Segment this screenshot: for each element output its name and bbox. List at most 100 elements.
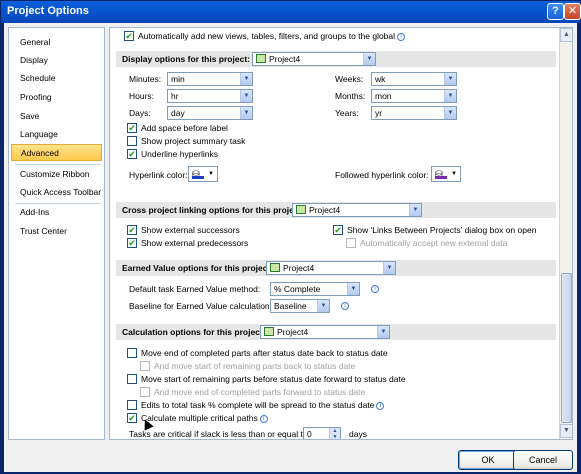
days-label: Days: <box>129 108 151 118</box>
show-successors-row[interactable]: ✔ Show external successors <box>127 224 240 236</box>
chevron-down-icon: ▼ <box>383 262 395 274</box>
sidebar-item-general[interactable]: General <box>11 34 102 51</box>
add-space-row[interactable]: ✔ Add space before label <box>127 122 228 134</box>
calc-project-select[interactable]: Project4 ▼ <box>260 325 390 339</box>
info-icon: i <box>259 414 268 423</box>
add-space-checkbox[interactable]: ✔ <box>127 122 137 133</box>
show-predecessors-row[interactable]: ✔ Show external predecessors <box>127 237 248 249</box>
content-scrollbar[interactable]: ▲ ▼ <box>559 28 572 439</box>
default-method-label: Default task Earned Value method: <box>129 284 261 294</box>
window-title: Project Options <box>7 5 89 17</box>
auto-accept-row: Automatically accept new external data <box>346 237 507 249</box>
chevron-down-icon: ▼ <box>377 326 389 338</box>
underline-checkbox[interactable]: ✔ <box>127 148 137 159</box>
minutes-select[interactable]: min ▼ <box>167 72 253 86</box>
help-button[interactable]: ? <box>547 3 564 20</box>
info-icon: i <box>341 302 349 310</box>
followed-color-label: Followed hyperlink color: <box>335 170 429 180</box>
weeks-select[interactable]: wk ▼ <box>371 72 457 86</box>
critical-slack-spinner[interactable]: 0 ▲ ▼ <box>303 427 341 439</box>
cancel-button[interactable]: Cancel <box>513 450 573 470</box>
scroll-down-icon[interactable]: ▼ <box>560 424 572 438</box>
move-end-row[interactable]: Move end of completed parts after status… <box>127 347 388 359</box>
color-swatch <box>435 176 447 179</box>
sidebar-item-add-ins[interactable]: Add-Ins <box>11 204 102 221</box>
sidebar-item-customize-ribbon[interactable]: Customize Ribbon <box>11 166 102 183</box>
sidebar-item-display[interactable]: Display <box>11 52 102 69</box>
project-options-window: Project Options ? ✕ General Display Sche… <box>0 0 581 474</box>
edits-total-checkbox[interactable] <box>127 399 137 410</box>
hours-label: Hours: <box>129 91 155 101</box>
critical-slack-unit: days <box>349 429 367 439</box>
critical-slack-label: Tasks are critical if slack is less than… <box>129 429 308 439</box>
move-start-row[interactable]: Move start of remaining parts before sta… <box>127 373 406 385</box>
move-start-remaining-checkbox <box>140 360 150 371</box>
move-start-checkbox[interactable] <box>127 373 137 384</box>
chevron-down-icon: ▼ <box>363 53 375 65</box>
show-predecessors-checkbox[interactable]: ✔ <box>127 237 137 248</box>
spinner-down-icon[interactable]: ▼ <box>329 434 340 439</box>
auto-add-global-checkbox[interactable]: ✔ <box>124 30 134 41</box>
chevron-down-icon: ▼ <box>444 73 456 85</box>
options-content[interactable]: ✔ Automatically add new views, tables, fi… <box>109 27 573 440</box>
months-select[interactable]: mon ▼ <box>371 89 457 103</box>
project-icon <box>264 327 274 337</box>
chevron-down-icon: ▼ <box>317 300 329 312</box>
info-icon: i <box>376 401 385 410</box>
show-links-dialog-row[interactable]: ✔ Show 'Links Between Projects' dialog bo… <box>333 224 536 236</box>
sidebar-item-proofing[interactable]: Proofing <box>11 89 102 106</box>
multiple-critical-checkbox[interactable]: ✔ <box>127 412 137 423</box>
default-method-select[interactable]: % Complete ▼ <box>270 282 360 296</box>
minutes-label: Minutes: <box>129 74 162 84</box>
move-end-completed-checkbox <box>140 386 150 397</box>
auto-add-global-row[interactable]: ✔ Automatically add new views, tables, fi… <box>124 30 406 42</box>
move-end-checkbox[interactable] <box>127 347 137 358</box>
info-icon: i <box>371 285 379 293</box>
chevron-down-icon: ▼ <box>409 204 421 216</box>
chevron-down-icon: ▼ <box>451 171 457 177</box>
chevron-down-icon: ▼ <box>347 283 359 295</box>
move-start-remaining-row: And move start of remaining parts back t… <box>140 360 355 372</box>
chevron-down-icon: ▼ <box>444 107 456 119</box>
sidebar-item-language[interactable]: Language <box>11 126 102 143</box>
chevron-down-icon: ▼ <box>240 90 252 102</box>
info-icon: i <box>397 32 406 41</box>
title-bar[interactable]: Project Options ? ✕ <box>1 1 581 23</box>
dialog-client: General Display Schedule Proofing Save L… <box>4 23 577 472</box>
years-select[interactable]: yr ▼ <box>371 106 457 120</box>
baseline-select[interactable]: Baseline ▼ <box>270 299 330 313</box>
sidebar-item-advanced[interactable]: Advanced <box>11 144 102 161</box>
underline-row[interactable]: ✔ Underline hyperlinks <box>127 148 218 160</box>
auto-accept-checkbox <box>346 237 356 248</box>
chevron-down-icon: ▼ <box>444 90 456 102</box>
edits-total-row[interactable]: Edits to total task % complete will be s… <box>127 399 385 411</box>
display-project-select[interactable]: Project4 ▼ <box>252 52 376 66</box>
cross-project-select[interactable]: Project4 ▼ <box>292 203 422 217</box>
sidebar-item-save[interactable]: Save <box>11 108 102 125</box>
scroll-thumb[interactable] <box>561 273 572 423</box>
hyperlink-color-label: Hyperlink color: <box>129 170 188 180</box>
close-button[interactable]: ✕ <box>564 3 581 20</box>
options-sidebar: General Display Schedule Proofing Save L… <box>8 27 105 440</box>
hours-select[interactable]: hr ▼ <box>167 89 253 103</box>
earned-project-select[interactable]: Project4 ▼ <box>266 261 396 275</box>
project-icon <box>270 263 280 273</box>
followed-color-button[interactable]: ⛁ ▼ <box>431 166 461 182</box>
sidebar-item-quick-access-toolbar[interactable]: Quick Access Toolbar <box>11 184 102 201</box>
ok-button[interactable]: OK <box>458 450 518 470</box>
days-select[interactable]: day ▼ <box>167 106 253 120</box>
show-summary-checkbox[interactable] <box>127 135 137 146</box>
show-successors-checkbox[interactable]: ✔ <box>127 224 137 235</box>
weeks-label: Weeks: <box>335 74 364 84</box>
years-label: Years: <box>335 108 359 118</box>
show-summary-row[interactable]: Show project summary task <box>127 135 245 147</box>
hyperlink-color-button[interactable]: ⛁ ▼ <box>188 166 218 182</box>
chevron-down-icon: ▼ <box>240 73 252 85</box>
scroll-up-icon[interactable]: ▲ <box>560 28 572 42</box>
project-icon <box>296 205 306 215</box>
show-links-dialog-checkbox[interactable]: ✔ <box>333 224 343 235</box>
chevron-down-icon: ▼ <box>240 107 252 119</box>
project-icon <box>256 54 266 64</box>
sidebar-item-schedule[interactable]: Schedule <box>11 70 102 87</box>
sidebar-item-trust-center[interactable]: Trust Center <box>11 223 102 240</box>
